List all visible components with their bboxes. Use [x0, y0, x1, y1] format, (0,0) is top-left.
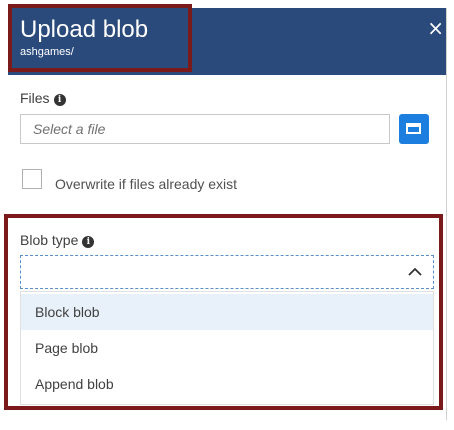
info-icon[interactable]: i — [53, 94, 66, 106]
select-file-input[interactable] — [20, 114, 390, 144]
close-icon[interactable]: × — [427, 16, 444, 40]
files-label-row: Files i — [20, 90, 66, 106]
folder-icon — [406, 123, 421, 134]
overwrite-label: Overwrite if files already exist — [55, 176, 238, 192]
header-highlight-box — [8, 4, 192, 72]
blob-type-highlight-box — [4, 214, 443, 410]
overwrite-checkbox[interactable] — [22, 169, 42, 189]
files-label: Files — [20, 90, 50, 106]
browse-button[interactable] — [399, 114, 429, 144]
